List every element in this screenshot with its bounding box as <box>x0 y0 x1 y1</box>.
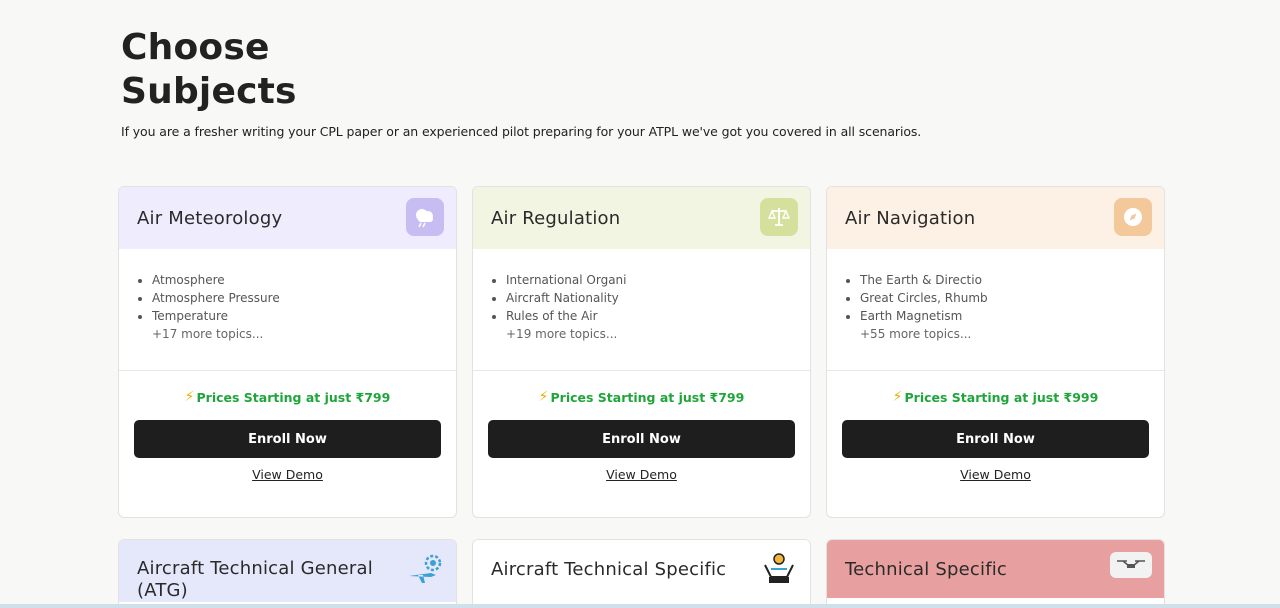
topics-list: Atmosphere Atmosphere Pressure Temperatu… <box>119 249 456 371</box>
list-item: Temperature <box>152 307 456 325</box>
price-text: Prices Starting at just ₹799 <box>550 389 745 405</box>
page-title: Choose Subjects <box>121 26 297 114</box>
list-item: Aircraft Nationality <box>506 289 810 307</box>
subject-card-air-navigation: Air Navigation The Earth & Directio Grea… <box>826 186 1165 518</box>
subject-card-atg: Aircraft Technical General (ATG) <box>118 539 457 608</box>
list-item: Rules of the Air <box>506 307 810 325</box>
page-title-line1: Choose <box>121 27 270 68</box>
cloud-icon <box>406 198 444 236</box>
aircraft-specific-icon <box>760 550 798 588</box>
card-title: Aircraft Technical Specific <box>491 558 727 580</box>
more-topics: +55 more topics... <box>860 327 972 341</box>
lightning-icon: ⚡ <box>184 389 195 405</box>
card-title-line2: (ATG) <box>137 580 188 601</box>
lightning-icon: ⚡ <box>892 389 903 405</box>
price-text: Prices Starting at just ₹799 <box>196 389 391 405</box>
card-header: Air Navigation <box>827 187 1164 249</box>
drone-icon <box>1110 552 1152 578</box>
list-item: International Organi <box>506 271 810 289</box>
view-demo-link[interactable]: View Demo <box>827 467 1164 482</box>
card-title: Air Regulation <box>491 207 621 229</box>
topics-list: International Organi Aircraft Nationalit… <box>473 249 810 371</box>
subject-card-aircraft-technical-specific: Aircraft Technical Specific <box>472 539 811 608</box>
view-demo-link[interactable]: View Demo <box>119 467 456 482</box>
list-item: The Earth & Directio <box>860 271 1164 289</box>
card-header: Air Meteorology <box>119 187 456 249</box>
subject-card-air-regulation: Air Regulation International Organi Airc… <box>472 186 811 518</box>
list-item: Atmosphere <box>152 271 456 289</box>
price-line: ⚡ Prices Starting at just ₹799 <box>473 389 810 405</box>
price-line: ⚡ Prices Starting at just ₹799 <box>119 389 456 405</box>
card-title: Air Navigation <box>845 207 976 229</box>
card-title-line1: Aircraft Technical General <box>137 558 373 579</box>
enroll-now-button[interactable]: Enroll Now <box>134 420 441 458</box>
card-header: Aircraft Technical Specific <box>473 540 810 598</box>
card-title: Aircraft Technical General (ATG) <box>137 558 373 602</box>
bottom-edge-bar <box>0 604 1280 608</box>
card-header: Technical Specific <box>827 540 1164 598</box>
list-item: Great Circles, Rhumb <box>860 289 1164 307</box>
price-text: Prices Starting at just ₹999 <box>904 389 1099 405</box>
plane-gear-icon <box>406 552 444 590</box>
card-header: Aircraft Technical General (ATG) <box>119 540 456 602</box>
page-subtitle: If you are a fresher writing your CPL pa… <box>121 124 922 139</box>
view-demo-link[interactable]: View Demo <box>473 467 810 482</box>
compass-icon <box>1114 198 1152 236</box>
more-topics: +19 more topics... <box>506 327 618 341</box>
enroll-now-button[interactable]: Enroll Now <box>488 420 795 458</box>
list-item: Earth Magnetism <box>860 307 1164 325</box>
lightning-icon: ⚡ <box>538 389 549 405</box>
subject-card-technical-specific: Technical Specific <box>826 539 1165 608</box>
list-item: Atmosphere Pressure <box>152 289 456 307</box>
card-title: Air Meteorology <box>137 207 283 229</box>
topics-list: The Earth & Directio Great Circles, Rhum… <box>827 249 1164 371</box>
page-title-line2: Subjects <box>121 71 297 112</box>
subject-card-air-meteorology: Air Meteorology Atmosphere Atmosphere Pr… <box>118 186 457 518</box>
scales-icon <box>760 198 798 236</box>
more-topics: +17 more topics... <box>152 327 264 341</box>
card-title: Technical Specific <box>845 558 1008 580</box>
card-header: Air Regulation <box>473 187 810 249</box>
price-line: ⚡ Prices Starting at just ₹999 <box>827 389 1164 405</box>
enroll-now-button[interactable]: Enroll Now <box>842 420 1149 458</box>
